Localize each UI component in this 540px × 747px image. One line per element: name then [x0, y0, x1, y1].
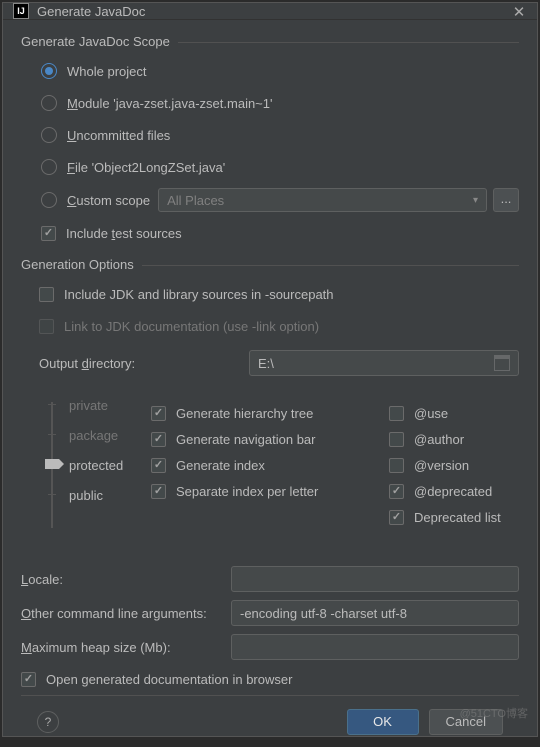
radio-file[interactable]: File 'Object2LongZSet.java': [41, 156, 519, 178]
slider-thumb-icon[interactable]: [45, 459, 59, 469]
radio-icon: [41, 192, 57, 208]
checkbox-label: Open generated documentation in browser: [46, 672, 292, 687]
radio-icon: [41, 159, 57, 175]
author-checkbox[interactable]: @author: [389, 430, 519, 448]
titlebar: IJ Generate JavaDoc ✕: [3, 3, 537, 20]
radio-icon: [41, 127, 57, 143]
radio-label: Module 'java-zset.java-zset.main~1': [67, 96, 273, 111]
checkbox-icon: [39, 319, 54, 334]
output-dir-input[interactable]: E:\: [249, 350, 519, 376]
generation-group-label: Generation Options: [21, 257, 519, 272]
checkbox-label: @version: [414, 458, 469, 473]
custom-scope-combo[interactable]: All Places: [158, 188, 487, 212]
locale-input[interactable]: [231, 566, 519, 592]
locale-label: Locale:: [21, 572, 231, 587]
watermark: @51CTO博客: [460, 705, 528, 721]
checkbox-label: @use: [414, 406, 448, 421]
checkbox-icon: [389, 510, 404, 525]
other-args-input[interactable]: -encoding utf-8 -charset utf-8: [231, 600, 519, 626]
slider-label-private: private: [69, 398, 108, 413]
heap-label: Maximum heap size (Mb):: [21, 640, 231, 655]
checkbox-label: Generate navigation bar: [176, 432, 315, 447]
checkbox-icon: [21, 672, 36, 687]
use-checkbox[interactable]: @use: [389, 404, 519, 422]
slider-label-protected: protected: [69, 458, 123, 473]
checkbox-label: Separate index per letter: [176, 484, 318, 499]
checkbox-icon: [151, 458, 166, 473]
visibility-slider[interactable]: private package protected public: [21, 396, 151, 534]
close-icon[interactable]: ✕: [511, 3, 527, 19]
checkbox-label: Generate hierarchy tree: [176, 406, 313, 421]
radio-module[interactable]: Module 'java-zset.java-zset.main~1': [41, 92, 519, 114]
checkbox-label: @author: [414, 432, 464, 447]
ok-button[interactable]: OK: [347, 709, 419, 735]
radio-whole-project[interactable]: Whole project: [41, 60, 519, 82]
link-jdk-checkbox: Link to JDK documentation (use -link opt…: [39, 315, 519, 337]
index-checkbox[interactable]: Generate index: [151, 456, 389, 474]
checkbox-label: Generate index: [176, 458, 265, 473]
dialog-title: Generate JavaDoc: [37, 4, 511, 19]
hierarchy-checkbox[interactable]: Generate hierarchy tree: [151, 404, 389, 422]
radio-label: File 'Object2LongZSet.java': [67, 160, 225, 175]
radio-uncommitted[interactable]: Uncommitted files: [41, 124, 519, 146]
checkbox-icon: [389, 484, 404, 499]
heap-input[interactable]: [231, 634, 519, 660]
radio-icon: [41, 95, 57, 111]
checkbox-label: @deprecated: [414, 484, 492, 499]
dialog-footer: ? OK Cancel: [21, 695, 519, 747]
deprecated-checkbox[interactable]: @deprecated: [389, 482, 519, 500]
output-dir-label: Output directory:: [39, 356, 249, 371]
navbar-checkbox[interactable]: Generate navigation bar: [151, 430, 389, 448]
other-args-label: Other command line arguments:: [21, 606, 231, 621]
dialog-window: IJ Generate JavaDoc ✕ Generate JavaDoc S…: [2, 2, 538, 737]
checkbox-icon: [39, 287, 54, 302]
deprecated-list-checkbox[interactable]: Deprecated list: [389, 508, 519, 526]
checkbox-label: Deprecated list: [414, 510, 501, 525]
slider-label-package: package: [69, 428, 118, 443]
app-icon: IJ: [13, 3, 29, 19]
sep-index-checkbox[interactable]: Separate index per letter: [151, 482, 389, 500]
checkbox-icon: [151, 406, 166, 421]
checkbox-icon: [151, 432, 166, 447]
radio-custom-scope[interactable]: Custom scope All Places ...: [41, 188, 519, 212]
checkbox-label: Link to JDK documentation (use -link opt…: [64, 319, 319, 334]
include-jdk-checkbox[interactable]: Include JDK and library sources in -sour…: [39, 283, 519, 305]
open-browser-checkbox[interactable]: Open generated documentation in browser: [21, 668, 519, 690]
checkbox-label: Include test sources: [66, 226, 182, 241]
checkbox-icon: [389, 406, 404, 421]
radio-icon: [41, 63, 57, 79]
include-tests-checkbox[interactable]: Include test sources: [41, 222, 519, 244]
radio-label: Whole project: [67, 64, 146, 79]
scope-group-label: Generate JavaDoc Scope: [21, 34, 519, 49]
checkbox-icon: [151, 484, 166, 499]
radio-label: Uncommitted files: [67, 128, 170, 143]
help-button[interactable]: ?: [37, 711, 59, 733]
radio-label: Custom scope: [67, 193, 150, 208]
checkbox-label: Include JDK and library sources in -sour…: [64, 287, 334, 302]
custom-scope-browse-button[interactable]: ...: [493, 188, 519, 212]
version-checkbox[interactable]: @version: [389, 456, 519, 474]
checkbox-icon: [389, 432, 404, 447]
slider-label-public: public: [69, 488, 103, 503]
checkbox-icon: [389, 458, 404, 473]
checkbox-icon: [41, 226, 56, 241]
